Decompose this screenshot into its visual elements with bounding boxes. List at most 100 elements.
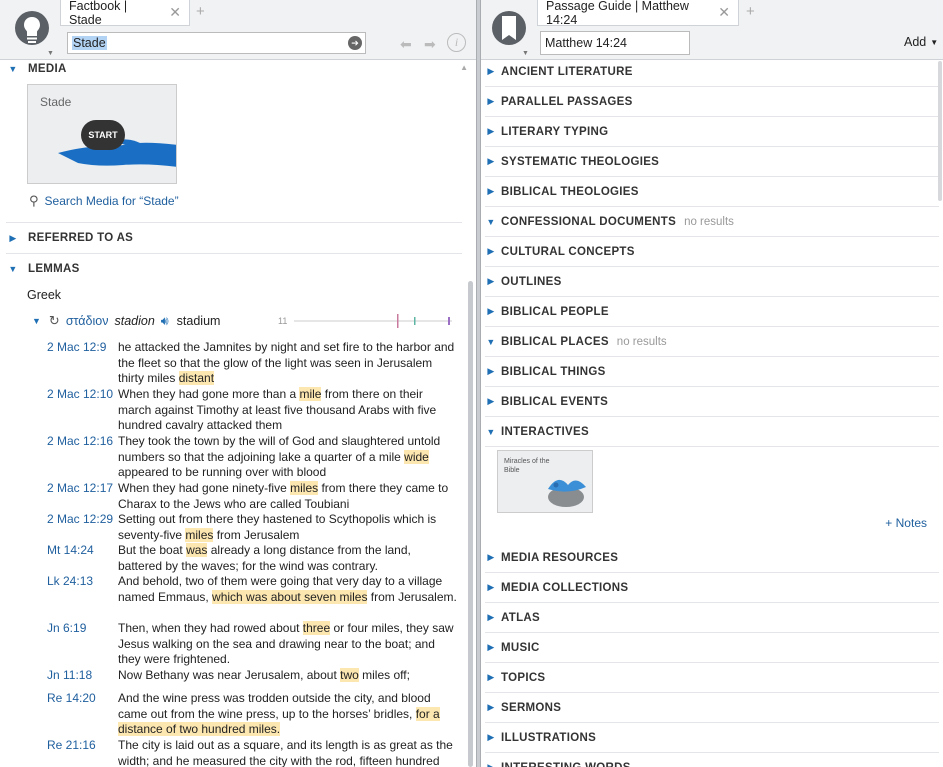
verse-reference-link[interactable]: Jn 11:18: [47, 668, 117, 682]
forward-arrow-icon[interactable]: ➡: [424, 36, 436, 53]
guide-section-topics[interactable]: ▶ TOPICS: [485, 663, 939, 693]
media-thumbnail[interactable]: Stade START: [27, 84, 177, 184]
verse-text-post: from Jerusalem: [213, 527, 300, 542]
verse-text-pre: They took the town by the will of God an…: [118, 434, 441, 464]
speaker-icon[interactable]: 🔊︎: [161, 314, 169, 329]
reference-input-value: Matthew 14:24: [545, 36, 627, 50]
guide-section-parallel-passages[interactable]: ▶ PARALLEL PASSAGES: [485, 87, 939, 117]
no-results-note: no results: [684, 215, 734, 228]
lemma-row[interactable]: ▼ ↻ στάδιον stadion 🔊︎ stadium 11: [32, 311, 462, 331]
collapsed-triangle-icon: ▶: [487, 156, 495, 166]
guide-section-ancient-literature[interactable]: ▶ ANCIENT LITERATURE: [485, 61, 939, 87]
info-icon[interactable]: i: [447, 33, 466, 52]
guide-section-biblical-events[interactable]: ▶ BIBLICAL EVENTS: [485, 387, 939, 417]
verse-highlight: wide: [404, 449, 429, 464]
guide-section-biblical-theologies[interactable]: ▶ BIBLICAL THEOLOGIES: [485, 177, 939, 207]
tab-passage-guide[interactable]: Passage Guide | Matthew 14:24 ✕: [537, 0, 739, 27]
guide-section-interesting-words[interactable]: ▶ INTERESTING WORDS: [485, 753, 939, 767]
lemma-gloss: stadium: [176, 314, 221, 328]
guide-section-media-collections[interactable]: ▶ MEDIA COLLECTIONS: [485, 573, 939, 603]
search-media-link[interactable]: ⚲ Search Media for “Stade”: [29, 193, 179, 209]
verse-text: Setting out from there they hastened to …: [118, 512, 458, 543]
verse-highlight: miles: [290, 481, 319, 495]
guide-section-music[interactable]: ▶ MUSIC: [485, 633, 939, 663]
guide-section-outlines[interactable]: ▶ OUTLINES: [485, 267, 939, 297]
transliteration: stadion: [114, 314, 155, 328]
close-icon[interactable]: ✕: [718, 4, 730, 21]
guide-section-biblical-people[interactable]: ▶ BIBLICAL PEOPLE: [485, 297, 939, 327]
guide-section-biblical-things[interactable]: ▶ BIBLICAL THINGS: [485, 357, 939, 387]
guide-section-systematic-theologies[interactable]: ▶ SYSTEMATIC THEOLOGIES: [485, 147, 939, 177]
verse-text-pre: he attacked the Jamnites by night and se…: [118, 340, 455, 385]
section-label: SERMONS: [501, 701, 562, 714]
verse-reference-link[interactable]: 2 Mac 12:9: [47, 340, 117, 354]
factbook-search-input[interactable]: Stade ➔: [67, 32, 366, 54]
guide-section-cultural-concepts[interactable]: ▶ CULTURAL CONCEPTS: [485, 237, 939, 267]
reference-input[interactable]: Matthew 14:24: [540, 31, 690, 55]
guide-bookmark-icon[interactable]: [491, 6, 527, 54]
section-lemmas-header[interactable]: ▼ LEMMAS: [6, 254, 462, 284]
go-arrow-icon[interactable]: ➔: [348, 36, 362, 50]
scrollbar-thumb[interactable]: [468, 281, 473, 767]
refresh-icon[interactable]: ↻: [49, 313, 60, 329]
collapsed-triangle-icon: ▶: [487, 582, 495, 592]
section-media-header[interactable]: ▼ MEDIA: [6, 61, 462, 84]
greek-lemma[interactable]: στάδιον: [66, 314, 109, 328]
collapsed-triangle-icon: ▶: [487, 66, 495, 76]
scrollbar-thumb[interactable]: [938, 61, 942, 201]
scroll-up-icon[interactable]: ▲: [460, 63, 468, 72]
guide-section-confessional-documents[interactable]: ▼ CONFESSIONAL DOCUMENTS no results: [485, 207, 939, 237]
collapsed-triangle-icon: ▶: [487, 552, 495, 562]
new-tab-plus-icon[interactable]: +: [746, 3, 755, 20]
collapsed-triangle-icon: ▶: [487, 306, 495, 316]
interactive-thumbnail[interactable]: Miracles of the Bible: [497, 450, 593, 513]
verse-text: The city is laid out as a square, and it…: [118, 738, 458, 767]
add-button[interactable]: Add ▼: [904, 35, 938, 49]
verse-text: he attacked the Jamnites by night and se…: [118, 340, 458, 387]
section-label: PARALLEL PASSAGES: [501, 95, 633, 108]
collapsed-triangle-icon: ▶: [487, 672, 495, 682]
search-input-value: Stade: [72, 36, 107, 50]
verse-reference-link[interactable]: Re 14:20: [47, 691, 117, 705]
close-icon[interactable]: ✕: [169, 4, 181, 21]
no-results-note: no results: [616, 335, 667, 348]
verse-reference-link[interactable]: 2 Mac 12:17: [47, 481, 117, 495]
verse-text: They took the town by the will of God an…: [118, 434, 458, 481]
add-notes-link[interactable]: + Notes: [885, 516, 927, 530]
verse-reference-link[interactable]: 2 Mac 12:16: [47, 434, 117, 448]
guide-section-atlas[interactable]: ▶ ATLAS: [485, 603, 939, 633]
tab-factbook[interactable]: Factbook | Stade ✕: [60, 0, 190, 27]
section-referred-header[interactable]: ▶ REFERRED TO AS: [6, 223, 462, 253]
guide-section-literary-typing[interactable]: ▶ LITERARY TYPING: [485, 117, 939, 147]
expanded-triangle-icon: ▼: [32, 316, 41, 326]
verse-reference-link[interactable]: Re 21:16: [47, 738, 117, 752]
verse-reference-link[interactable]: 2 Mac 12:29: [47, 512, 117, 526]
collapsed-triangle-icon: ▶: [487, 366, 495, 376]
verse-text-post: miles off;: [358, 668, 410, 682]
verse-reference-link[interactable]: Mt 14:24: [47, 543, 117, 557]
verse-text: When they had gone ninety-five miles fro…: [118, 481, 458, 512]
guide-section-biblical-places[interactable]: ▼ BIBLICAL PLACES no results: [485, 327, 939, 357]
panel-menu-chevron-down-icon[interactable]: ▼: [47, 50, 54, 57]
back-arrow-icon[interactable]: ⬅: [400, 36, 412, 53]
guide-section-illustrations[interactable]: ▶ ILLUSTRATIONS: [485, 723, 939, 753]
verse-highlight: miles: [185, 527, 214, 542]
passage-guide-toolbar: ▼ Passage Guide | Matthew 14:24 ✕ + Matt…: [481, 0, 943, 60]
verse-text-pre: The city is laid out as a square, and it…: [118, 738, 453, 767]
guide-section-media-resources[interactable]: ▶ MEDIA RESOURCES: [485, 543, 939, 573]
section-label: SYSTEMATIC THEOLOGIES: [501, 155, 660, 168]
verse-reference-link[interactable]: Lk 24:13: [47, 574, 117, 588]
start-button[interactable]: START: [81, 120, 125, 150]
guide-section-interactives[interactable]: ▼ INTERACTIVES: [485, 417, 939, 447]
verse-text-post: from Jerusalem.: [367, 589, 457, 604]
factbook-lightbulb-icon[interactable]: [14, 6, 50, 54]
verse-reference-link[interactable]: Jn 6:19: [47, 621, 117, 635]
section-label: LITERARY TYPING: [501, 125, 609, 138]
section-label: BIBLICAL THEOLOGIES: [501, 185, 639, 198]
section-label: BIBLICAL THINGS: [501, 365, 606, 378]
verse-reference-link[interactable]: 2 Mac 12:10: [47, 387, 117, 401]
new-tab-plus-icon[interactable]: +: [196, 3, 205, 20]
section-label: BIBLICAL PLACES: [501, 335, 609, 348]
panel-menu-chevron-down-icon[interactable]: ▼: [522, 50, 529, 57]
guide-section-sermons[interactable]: ▶ SERMONS: [485, 693, 939, 723]
